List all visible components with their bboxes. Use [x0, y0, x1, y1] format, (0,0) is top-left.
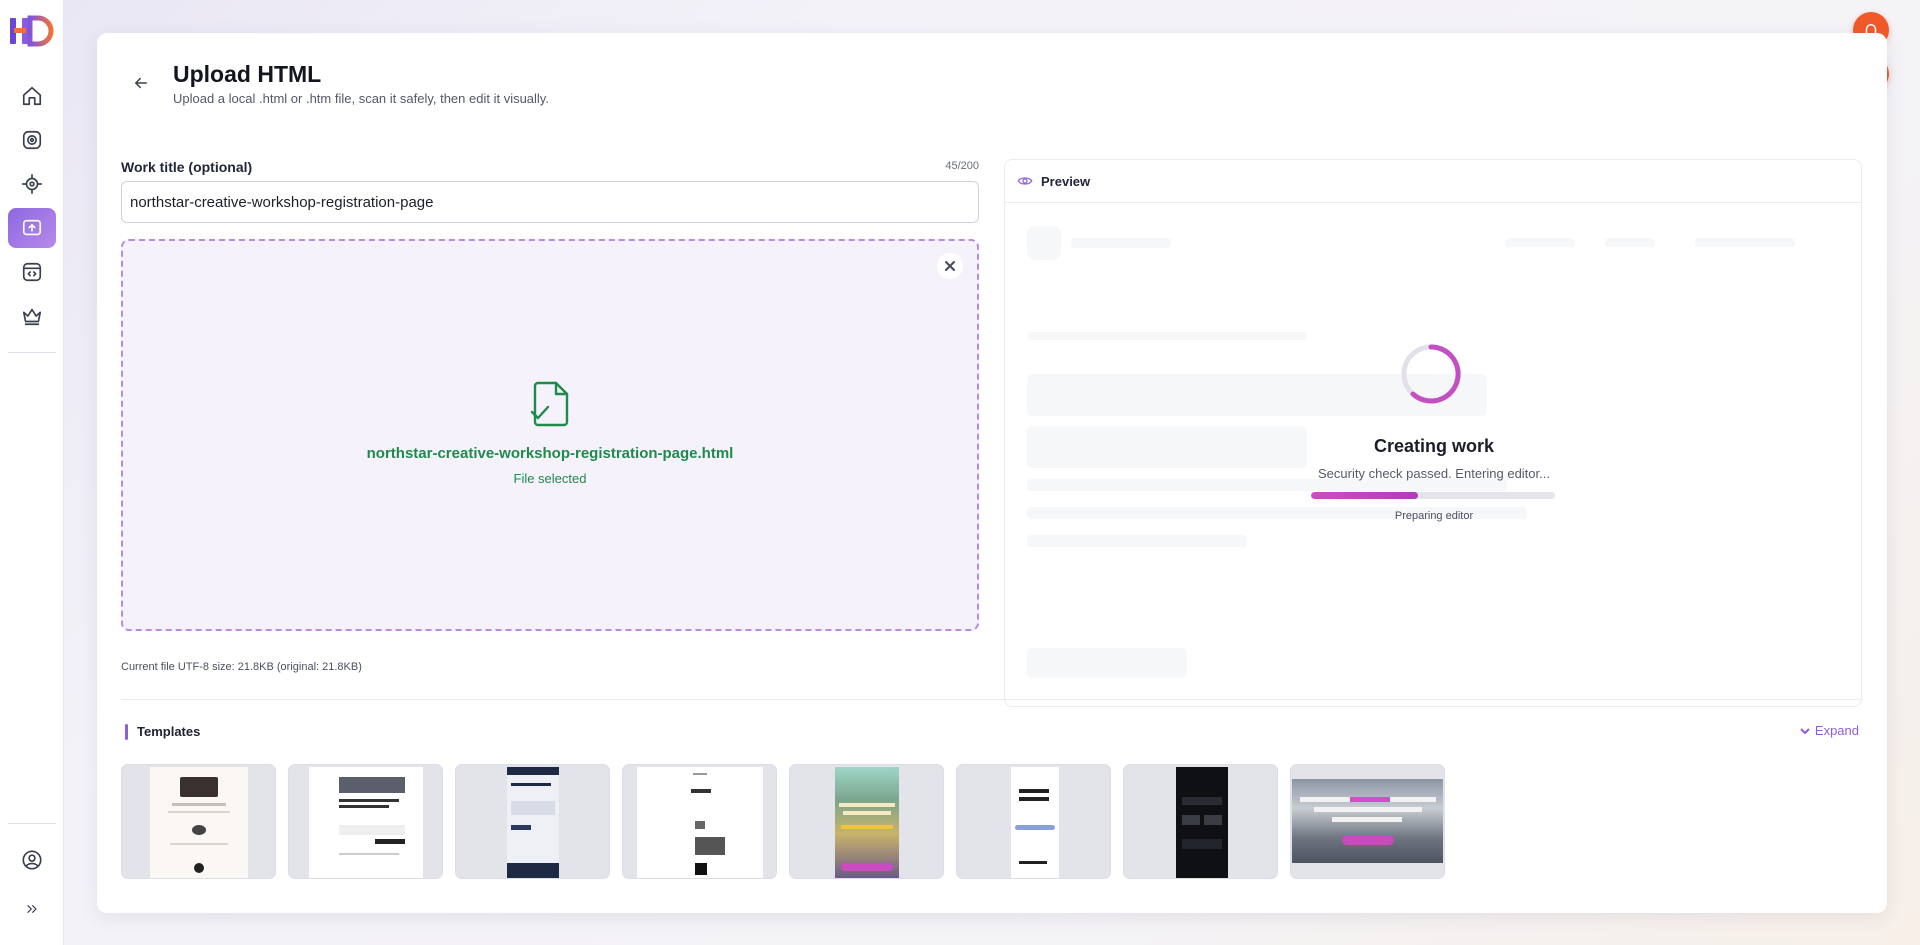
sidebar-expand-button[interactable]	[8, 889, 56, 929]
progress-fill	[1311, 492, 1419, 499]
template-thumbnail[interactable]	[1123, 764, 1278, 879]
templates-title: Templates	[137, 724, 201, 739]
target-icon	[22, 174, 42, 194]
close-icon	[945, 261, 955, 271]
back-button[interactable]	[127, 69, 155, 97]
sidebar-item-home[interactable]	[8, 76, 56, 116]
expand-label: Expand	[1814, 723, 1859, 738]
sidebar-divider	[8, 823, 56, 824]
progress-label: Preparing editor	[1394, 510, 1474, 522]
chevron-down-icon	[1800, 727, 1810, 734]
upload-icon	[22, 219, 42, 236]
sidebar-item-upload[interactable]	[8, 208, 56, 248]
sidebar-divider	[8, 352, 56, 353]
arrow-left-icon	[135, 77, 147, 89]
security-message: Security check passed. Entering editor..…	[1318, 466, 1550, 481]
selected-file-name: northstar-creative-workshop-registration…	[366, 445, 734, 462]
file-check-icon	[529, 380, 573, 428]
eye-icon	[1017, 177, 1033, 185]
sidebar-item-explore[interactable]	[8, 164, 56, 204]
char-count: 45/200	[945, 160, 979, 172]
template-thumbnail[interactable]	[956, 764, 1111, 879]
template-thumbnail[interactable]	[789, 764, 944, 879]
template-thumbnail[interactable]	[455, 764, 610, 879]
progress-bar	[1311, 492, 1555, 499]
code-window-icon	[22, 262, 42, 282]
upload-card: Upload HTML Upload a local .html or .htm…	[97, 33, 1887, 913]
preview-content: Creating work Security check passed. Ent…	[1005, 204, 1861, 706]
creating-title: Creating work	[1373, 436, 1495, 456]
page-subtitle: Upload a local .html or .htm file, scan …	[173, 91, 549, 106]
work-title-label: Work title (optional)	[121, 159, 253, 175]
crown-icon	[22, 308, 42, 326]
sidebar-item-profile[interactable]	[8, 840, 56, 880]
template-thumbnail[interactable]	[288, 764, 443, 879]
template-thumbnail[interactable]	[622, 764, 777, 879]
user-circle-icon	[22, 850, 42, 870]
sidebar-item-gallery[interactable]	[8, 120, 56, 160]
remove-file-button[interactable]	[937, 253, 963, 279]
template-thumbnail[interactable]	[1290, 764, 1445, 879]
work-title-input[interactable]	[121, 181, 979, 223]
double-chevron-right-icon	[27, 905, 37, 913]
home-icon	[22, 86, 42, 106]
app-logo[interactable]	[8, 12, 56, 50]
sidebar-item-code[interactable]	[8, 252, 56, 292]
file-dropzone[interactable]: northstar-creative-workshop-registration…	[121, 239, 979, 631]
expand-templates-button[interactable]: Expand	[1799, 723, 1859, 738]
preview-title: Preview	[1041, 173, 1091, 189]
camera-icon	[22, 130, 42, 150]
loading-spinner-icon	[1401, 344, 1461, 404]
preview-panel: Preview Creating work Security check pas…	[1004, 159, 1862, 707]
templates-accent-bar	[125, 724, 128, 740]
sidebar-item-premium[interactable]	[8, 296, 56, 336]
section-divider	[121, 699, 1863, 700]
preview-header: Preview	[1005, 160, 1861, 203]
file-size-note: Current file UTF-8 size: 21.8KB (origina…	[121, 661, 362, 673]
template-thumbnail[interactable]	[121, 764, 276, 879]
sidebar	[0, 0, 64, 945]
file-status: File selected	[513, 471, 587, 486]
page-title: Upload HTML	[173, 61, 322, 87]
